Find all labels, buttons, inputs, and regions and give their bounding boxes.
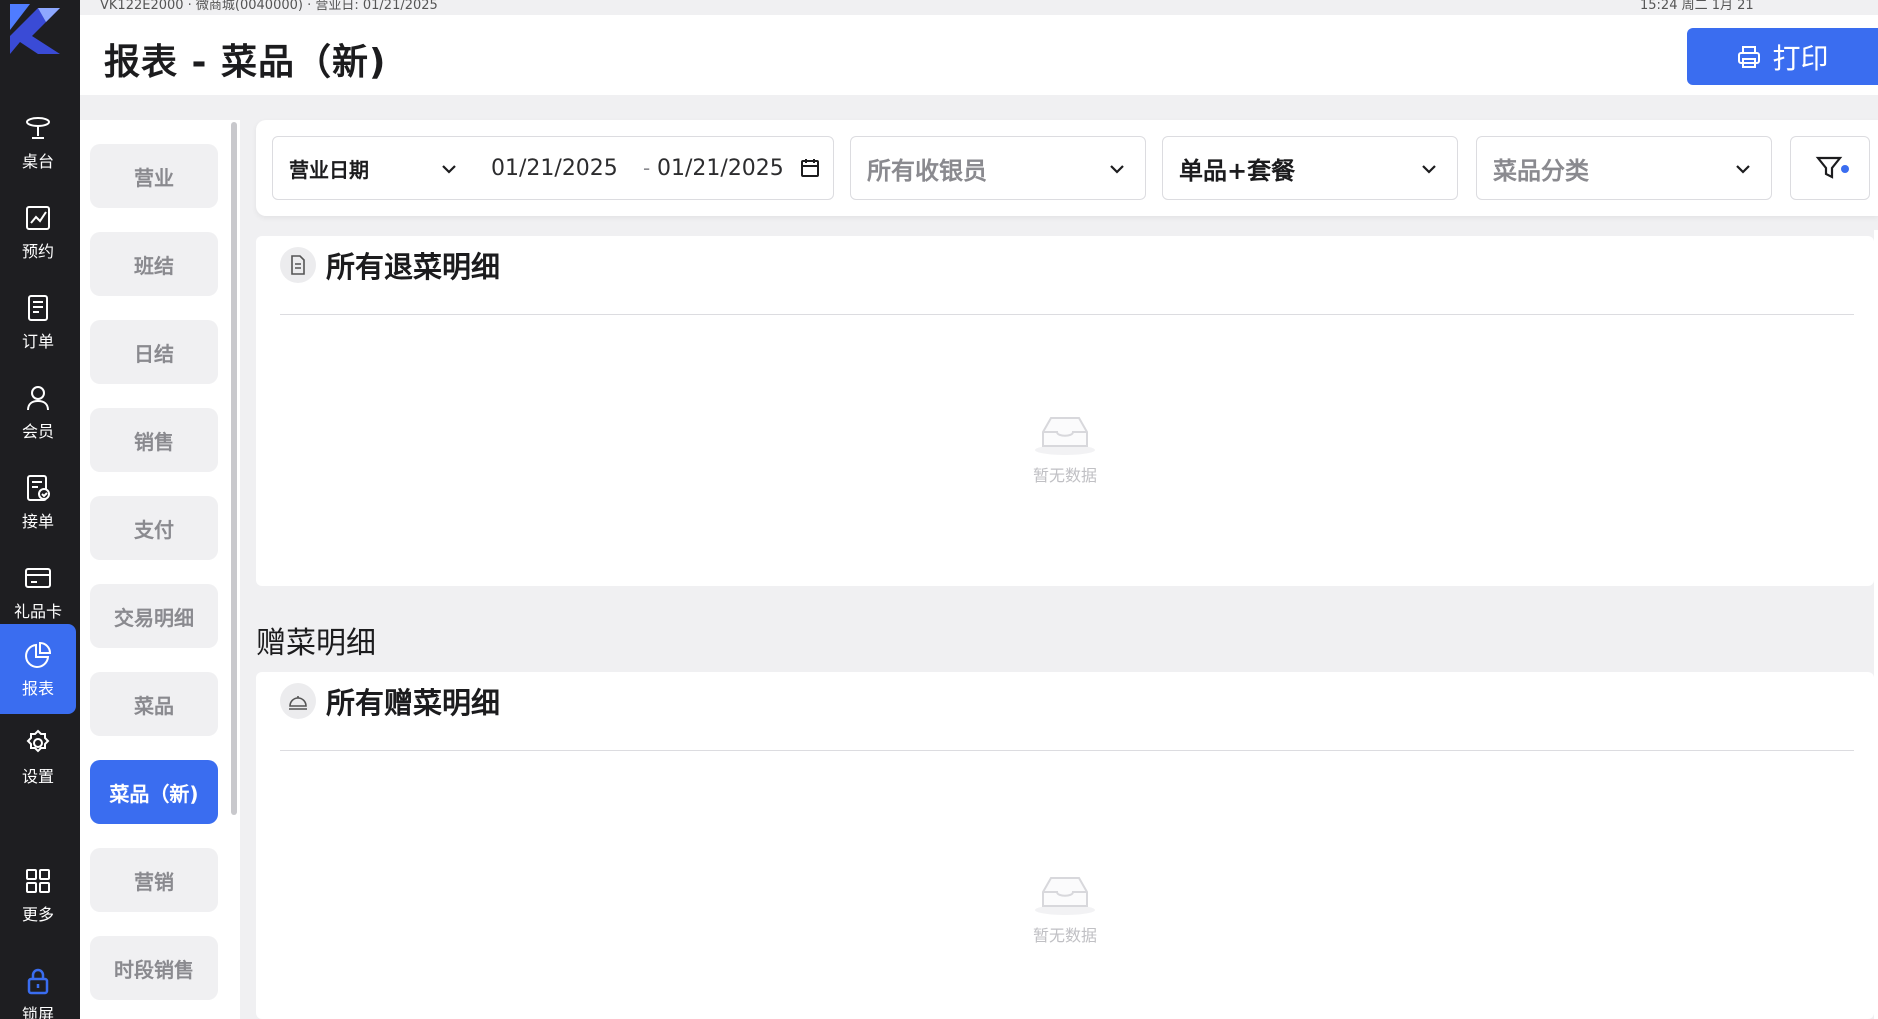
nav-label: 预约 [21,241,54,261]
date-start-input[interactable]: 01/21/2025 [491,156,618,181]
date-separator: - [643,156,651,180]
filter-active-dot [1841,165,1849,173]
nav-item-orders[interactable]: 订单 [0,277,76,367]
report-type-list: 营业 班结 日结 销售 支付 交易明细 菜品 菜品（新) 营销 时段销售 [80,120,240,1019]
date-end-input[interactable]: 01/21/2025 [657,156,784,181]
empty-text: 暂无数据 [1032,466,1097,485]
report-item-daily[interactable]: 日结 [90,320,218,384]
nav-label: 更多 [21,904,54,924]
service-bell-icon [280,683,316,719]
empty-inbox-icon [1035,877,1095,915]
panel-title: 所有退菜明细 [326,250,501,284]
advanced-filter-button[interactable] [1790,136,1870,200]
status-strip: VK122E2000 · 微商城(0040000) · 营业日: 01/21/2… [80,0,1878,15]
nav-label: 桌台 [21,151,54,171]
report-item-sales[interactable]: 销售 [90,408,218,472]
lock-icon [27,968,49,994]
member-icon [27,385,49,410]
nav-item-more[interactable]: 更多 [0,850,76,940]
divider [280,750,1854,751]
nav-label: 设置 [21,766,54,786]
nav-item-accept-orders[interactable]: 接单 [0,457,76,547]
category-select-value: 菜品分类 [1493,156,1589,185]
report-item-transactions[interactable]: 交易明细 [90,584,218,648]
returns-panel: 所有退菜明细 暂无数据 [256,236,1874,586]
panel-header: 所有赠菜明细 [280,680,500,722]
nav-label: 接单 [21,511,54,531]
nav-item-tables[interactable]: 桌台 [0,97,76,187]
chevron-down-icon [1110,165,1124,174]
store-info: VK122E2000 · 微商城(0040000) · 营业日: 01/21/2… [100,0,438,13]
filter-bar: 营业日期 01/21/2025 - 01/21/2025 所有收银员 单品+套餐… [256,120,1878,216]
nav-item-lock[interactable]: 锁屏 [0,950,76,1019]
gift-card-icon [25,567,51,588]
report-list-scrollbar[interactable] [231,122,237,815]
gift-panel: 所有赠菜明细 暂无数据 [256,672,1874,1019]
page-header: 报表 - 菜品（新) 打印 [80,15,1878,95]
chevron-down-icon [1736,165,1750,174]
item-type-select-value: 单品+套餐 [1179,156,1296,185]
chevron-down-icon[interactable] [439,159,459,179]
order-icon [28,294,48,321]
page-title: 报表 - 菜品（新) [104,42,387,83]
report-item-business[interactable]: 营业 [90,144,218,208]
nav-label: 礼品卡 [13,601,62,621]
empty-inbox-icon [1035,417,1095,455]
accept-order-icon [27,474,50,501]
nav-label: 报表 [21,678,54,698]
report-item-dishes-new[interactable]: 菜品（新) [90,760,218,824]
clock: 15:24 周二 1月 21 [1640,0,1754,13]
print-label: 打印 [1772,41,1829,75]
empty-state: 暂无数据 [256,412,1874,486]
app-logo-icon [10,4,60,54]
more-grid-icon [26,868,50,893]
report-item-payment[interactable]: 支付 [90,496,218,560]
category-select[interactable]: 菜品分类 [1476,136,1772,200]
nav-item-reports[interactable]: 报表 [0,624,76,714]
settings-icon [26,729,50,752]
calendar-icon[interactable] [799,157,821,179]
panel-title: 所有赠菜明细 [326,686,501,720]
nav-label: 锁屏 [21,1004,54,1019]
print-button[interactable]: 打印 [1687,28,1878,85]
chevron-down-icon [1422,165,1436,174]
report-item-shift[interactable]: 班结 [90,232,218,296]
printer-icon [1738,45,1761,68]
nav-item-reservation[interactable]: 预约 [0,187,76,277]
divider [280,314,1854,315]
report-item-dishes[interactable]: 菜品 [90,672,218,736]
empty-state: 暂无数据 [256,872,1874,946]
cashier-select-value: 所有收银员 [867,156,987,185]
section-title: 赠菜明细 [256,626,376,661]
document-icon [280,247,316,283]
panel-header: 所有退菜明细 [280,244,500,286]
item-type-select[interactable]: 单品+套餐 [1162,136,1458,200]
date-range-filter: 营业日期 01/21/2025 - 01/21/2025 [272,136,834,200]
nav-item-settings[interactable]: 设置 [0,712,76,802]
report-item-period-sales[interactable]: 时段销售 [90,936,218,1000]
report-icon [25,641,52,668]
nav-label: 订单 [21,331,54,351]
nav-item-members[interactable]: 会员 [0,367,76,457]
nav-label: 会员 [21,421,54,441]
page-scrollbar-track [1874,230,1878,1019]
table-icon [26,116,50,139]
reservation-icon [26,205,50,230]
cashier-select[interactable]: 所有收银员 [850,136,1146,200]
report-item-marketing[interactable]: 营销 [90,848,218,912]
empty-text: 暂无数据 [1032,926,1097,945]
date-type-select[interactable]: 营业日期 [289,154,369,183]
main-sidebar: 桌台 预约 订单 会员 接单 礼品卡 报表 设置 更多 锁屏 [0,0,80,1019]
